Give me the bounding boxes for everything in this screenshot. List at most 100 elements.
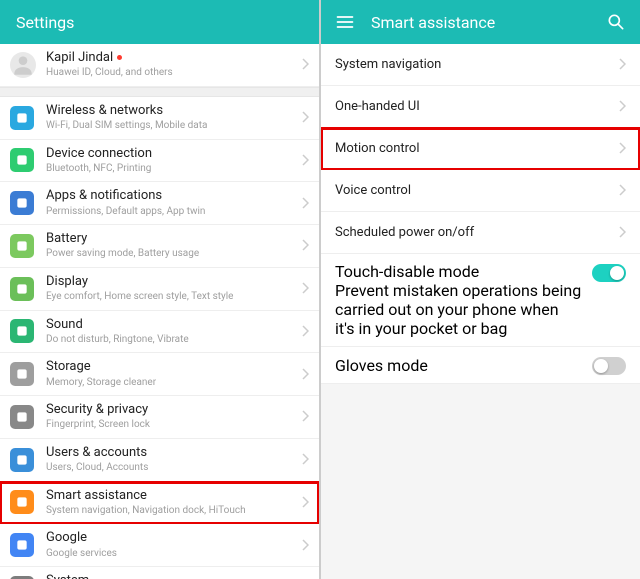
chevron-right-icon [618,55,626,74]
settings-row-sub: Wi-Fi, Dual SIM settings, Mobile data [46,120,295,133]
settings-row-sub: Google services [46,548,295,561]
profile-sub: Huawei ID, Cloud, and others [46,67,295,80]
settings-row[interactable]: System System update, About phone, Langu… [0,567,319,579]
gloves-label: Gloves mode [335,356,582,375]
settings-row-sub: Eye comfort, Home screen style, Text sty… [46,291,295,304]
smart-assistance-row-label: System navigation [335,57,618,72]
search-icon[interactable] [604,10,628,34]
settings-row[interactable]: Apps & notifications Permissions, Defaul… [0,182,319,225]
gloves-toggle[interactable] [592,357,626,375]
profile-name-text: Kapil Jindal [46,50,113,65]
settings-row[interactable]: Users & accounts Users, Cloud, Accounts [0,439,319,482]
chevron-right-icon [618,139,626,158]
chevron-right-icon [618,223,626,242]
chevron-right-icon [301,55,309,74]
smart-assistance-title: Smart assistance [367,13,604,32]
settings-row-texts: Device connection Bluetooth, NFC, Printi… [46,146,295,176]
settings-row-texts: System System update, About phone, Langu… [46,573,295,579]
touch-disable-sub: Prevent mistaken operations being carrie… [335,281,582,338]
chevron-right-icon [301,279,309,298]
settings-row[interactable]: Security & privacy Fingerprint, Screen l… [0,396,319,439]
settings-row[interactable]: Display Eye comfort, Home screen style, … [0,268,319,311]
settings-row-texts: Wireless & networks Wi-Fi, Dual SIM sett… [46,103,295,133]
smart-assistance-screen: Smart assistance System navigation One-h… [319,0,640,579]
smart-assistance-row[interactable]: Motion control [321,128,640,170]
settings-row[interactable]: Sound Do not disturb, Ringtone, Vibrate [0,311,319,354]
gloves-texts: Gloves mode [335,356,592,375]
settings-row-sub: Do not disturb, Ringtone, Vibrate [46,334,295,347]
chevron-right-icon [301,365,309,384]
touch-disable-toggle[interactable] [592,264,626,282]
chevron-right-icon [301,151,309,170]
settings-row-texts: Google Google services [46,530,295,560]
smart-assistance-row-label: Scheduled power on/off [335,225,618,240]
settings-row[interactable]: Battery Power saving mode, Battery usage [0,225,319,268]
settings-row[interactable]: Smart assistance System navigation, Navi… [0,482,319,525]
settings-row-texts: Sound Do not disturb, Ringtone, Vibrate [46,317,295,347]
smart-assistance-row-label: Voice control [335,183,618,198]
touch-disable-row[interactable]: Touch-disable mode Prevent mistaken oper… [321,254,640,347]
settings-row-texts: Users & accounts Users, Cloud, Accounts [46,445,295,475]
settings-row-texts: Smart assistance System navigation, Navi… [46,488,295,518]
settings-row-sub: Bluetooth, NFC, Printing [46,163,295,176]
smart-assistance-list[interactable]: System navigation One-handed UI Motion c… [321,44,640,579]
chevron-right-icon [618,97,626,116]
smart-assistance-row[interactable]: One-handed UI [321,86,640,128]
settings-row-label: Apps & notifications [46,188,295,204]
touch-disable-label: Touch-disable mode [335,262,582,281]
profile-row[interactable]: Kapil Jindal Huawei ID, Cloud, and other… [0,44,319,87]
settings-row-label: Smart assistance [46,488,295,504]
settings-row[interactable]: Wireless & networks Wi-Fi, Dual SIM sett… [0,97,319,140]
settings-row[interactable]: Google Google services [0,524,319,567]
settings-list[interactable]: Kapil Jindal Huawei ID, Cloud, and other… [0,44,319,579]
settings-row-icon [10,234,34,258]
settings-row-icon [10,148,34,172]
smart-assistance-header: Smart assistance [321,0,640,44]
settings-row-label: Google [46,530,295,546]
settings-row-label: System [46,573,295,579]
profile-texts: Kapil Jindal Huawei ID, Cloud, and other… [46,50,295,80]
settings-row-sub: System navigation, Navigation dock, HiTo… [46,505,295,518]
profile-name: Kapil Jindal [46,50,295,66]
settings-row-label: Device connection [46,146,295,162]
settings-row-texts: Apps & notifications Permissions, Defaul… [46,188,295,218]
settings-header: Settings [0,0,319,44]
settings-row-texts: Security & privacy Fingerprint, Screen l… [46,402,295,432]
smart-assistance-row-label: Motion control [335,141,618,156]
settings-row-label: Wireless & networks [46,103,295,119]
settings-row-texts: Storage Memory, Storage cleaner [46,359,295,389]
settings-row[interactable]: Device connection Bluetooth, NFC, Printi… [0,140,319,183]
settings-row-icon [10,448,34,472]
settings-row-texts: Display Eye comfort, Home screen style, … [46,274,295,304]
chevron-right-icon [301,236,309,255]
touch-disable-texts: Touch-disable mode Prevent mistaken oper… [335,262,592,338]
settings-row-icon [10,277,34,301]
settings-row[interactable]: Storage Memory, Storage cleaner [0,353,319,396]
settings-row-label: Users & accounts [46,445,295,461]
settings-row-label: Security & privacy [46,402,295,418]
settings-row-label: Battery [46,231,295,247]
settings-row-icon [10,106,34,130]
smart-assistance-row[interactable]: Scheduled power on/off [321,212,640,254]
settings-row-icon [10,533,34,557]
settings-row-label: Display [46,274,295,290]
settings-row-label: Sound [46,317,295,333]
chevron-right-icon [301,407,309,426]
gloves-row[interactable]: Gloves mode [321,347,640,384]
smart-assistance-row[interactable]: System navigation [321,44,640,86]
settings-row-sub: Power saving mode, Battery usage [46,248,295,261]
settings-row-sub: Users, Cloud, Accounts [46,462,295,475]
settings-row-sub: Fingerprint, Screen lock [46,419,295,432]
chevron-right-icon [301,322,309,341]
settings-title: Settings [12,13,307,32]
smart-assistance-row-label: One-handed UI [335,99,618,114]
chevron-right-icon [301,194,309,213]
settings-row-sub: Memory, Storage cleaner [46,377,295,390]
avatar-icon [10,52,36,78]
section-divider [0,87,319,97]
chevron-right-icon [618,181,626,200]
chevron-right-icon [301,108,309,127]
smart-assistance-row[interactable]: Voice control [321,170,640,212]
hamburger-icon[interactable] [333,10,357,34]
settings-row-icon [10,319,34,343]
